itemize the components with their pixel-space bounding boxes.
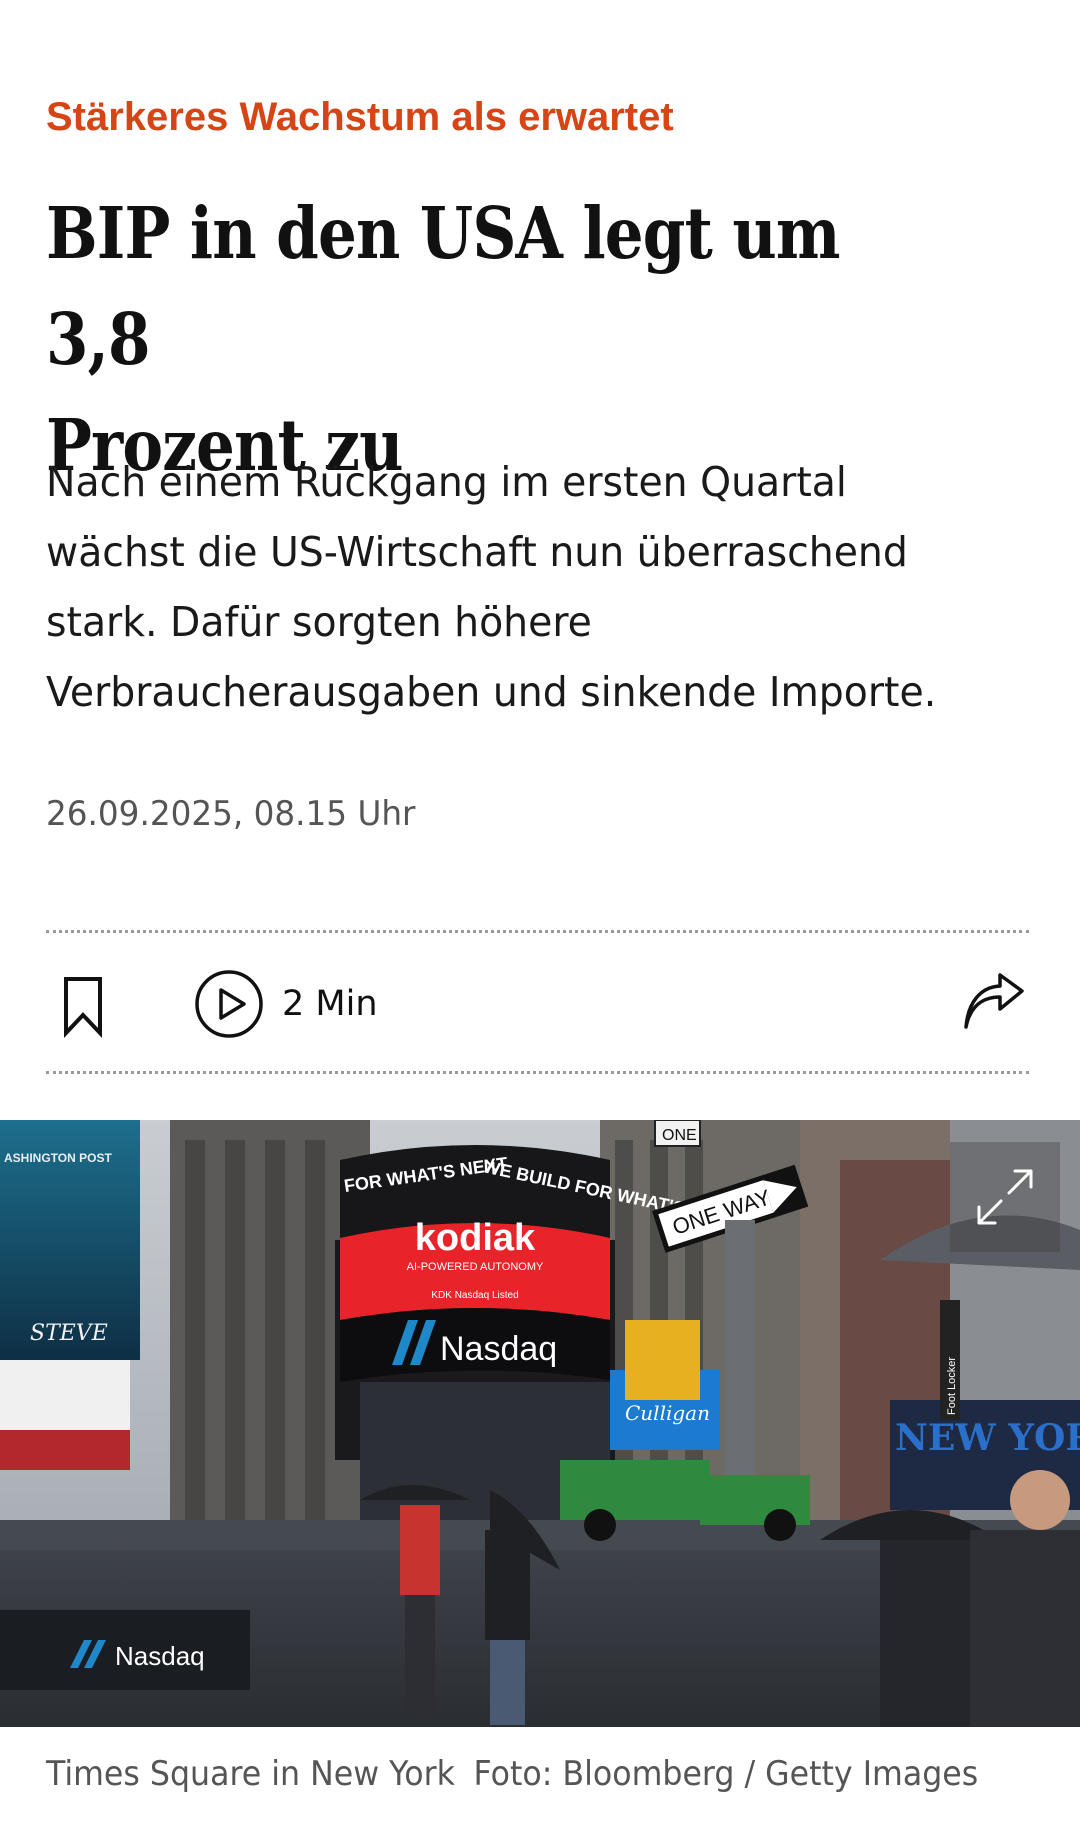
article-toolbar: 2 Min xyxy=(0,935,1080,1070)
article-intro: Nach einem Rückgang im ersten Quartal wä… xyxy=(46,447,1006,727)
publish-date: 26.09.2025, 08.15 Uhr xyxy=(46,794,416,834)
bookmark-button[interactable] xyxy=(56,973,110,1041)
expand-image-button[interactable] xyxy=(950,1142,1060,1252)
photo-credit: Foto: Bloomberg / Getty Images xyxy=(473,1754,979,1794)
barrier-nasdaq-text: Nasdaq xyxy=(115,1641,205,1671)
one-text: ONE xyxy=(662,1127,697,1144)
share-button[interactable] xyxy=(962,973,1026,1033)
intro-line-1: Nach einem Rückgang im ersten Quartal xyxy=(46,458,847,506)
foot-locker-text: Foot Locker xyxy=(946,1357,958,1415)
intro-line-3: stark. Dafür sorgten höhere xyxy=(46,598,592,646)
audio-play-button[interactable]: 2 Min xyxy=(194,967,378,1041)
nasdaq-main-text: Nasdaq xyxy=(440,1330,557,1368)
toolbar-divider-bottom xyxy=(46,1071,1029,1074)
culligan-text: Culligan xyxy=(625,1401,710,1425)
caption-text: Times Square in New York xyxy=(46,1754,455,1794)
audio-duration: 2 Min xyxy=(282,984,378,1024)
times-square-photo: ASHINGTON POST STEVE FOR WHAT'S NEXT WE … xyxy=(0,1120,1080,1727)
ai-powered-text: AI-POWERED AUTONOMY xyxy=(407,1261,544,1273)
steve-text: STEVE xyxy=(30,1321,108,1346)
new-york-text: NEW YORK xyxy=(895,1417,1080,1459)
article-kicker: Stärkeres Wachstum als erwartet xyxy=(46,95,674,139)
expand-diagonal-icon xyxy=(977,1169,1033,1225)
kodiak-text: kodiak xyxy=(415,1217,536,1259)
bookmark-icon xyxy=(64,977,102,1039)
headline-line-1: BIP in den USA legt um 3,8 xyxy=(46,191,841,381)
play-circle-icon xyxy=(195,970,263,1038)
toolbar-divider-top xyxy=(46,930,1029,933)
article-image[interactable]: ASHINGTON POST STEVE FOR WHAT'S NEXT WE … xyxy=(0,1120,1080,1727)
intro-line-4: Verbraucherausgaben und sinkende Importe… xyxy=(46,668,937,716)
share-arrow-icon xyxy=(964,973,1024,1029)
intro-line-2: wächst die US-Wirtschaft nun überraschen… xyxy=(46,528,908,576)
kdk-text: KDK Nasdaq Listed xyxy=(431,1290,518,1301)
image-caption: Times Square in New York Foto: Bloomberg … xyxy=(46,1752,978,1796)
washington-post-text: ASHINGTON POST xyxy=(4,1151,112,1165)
